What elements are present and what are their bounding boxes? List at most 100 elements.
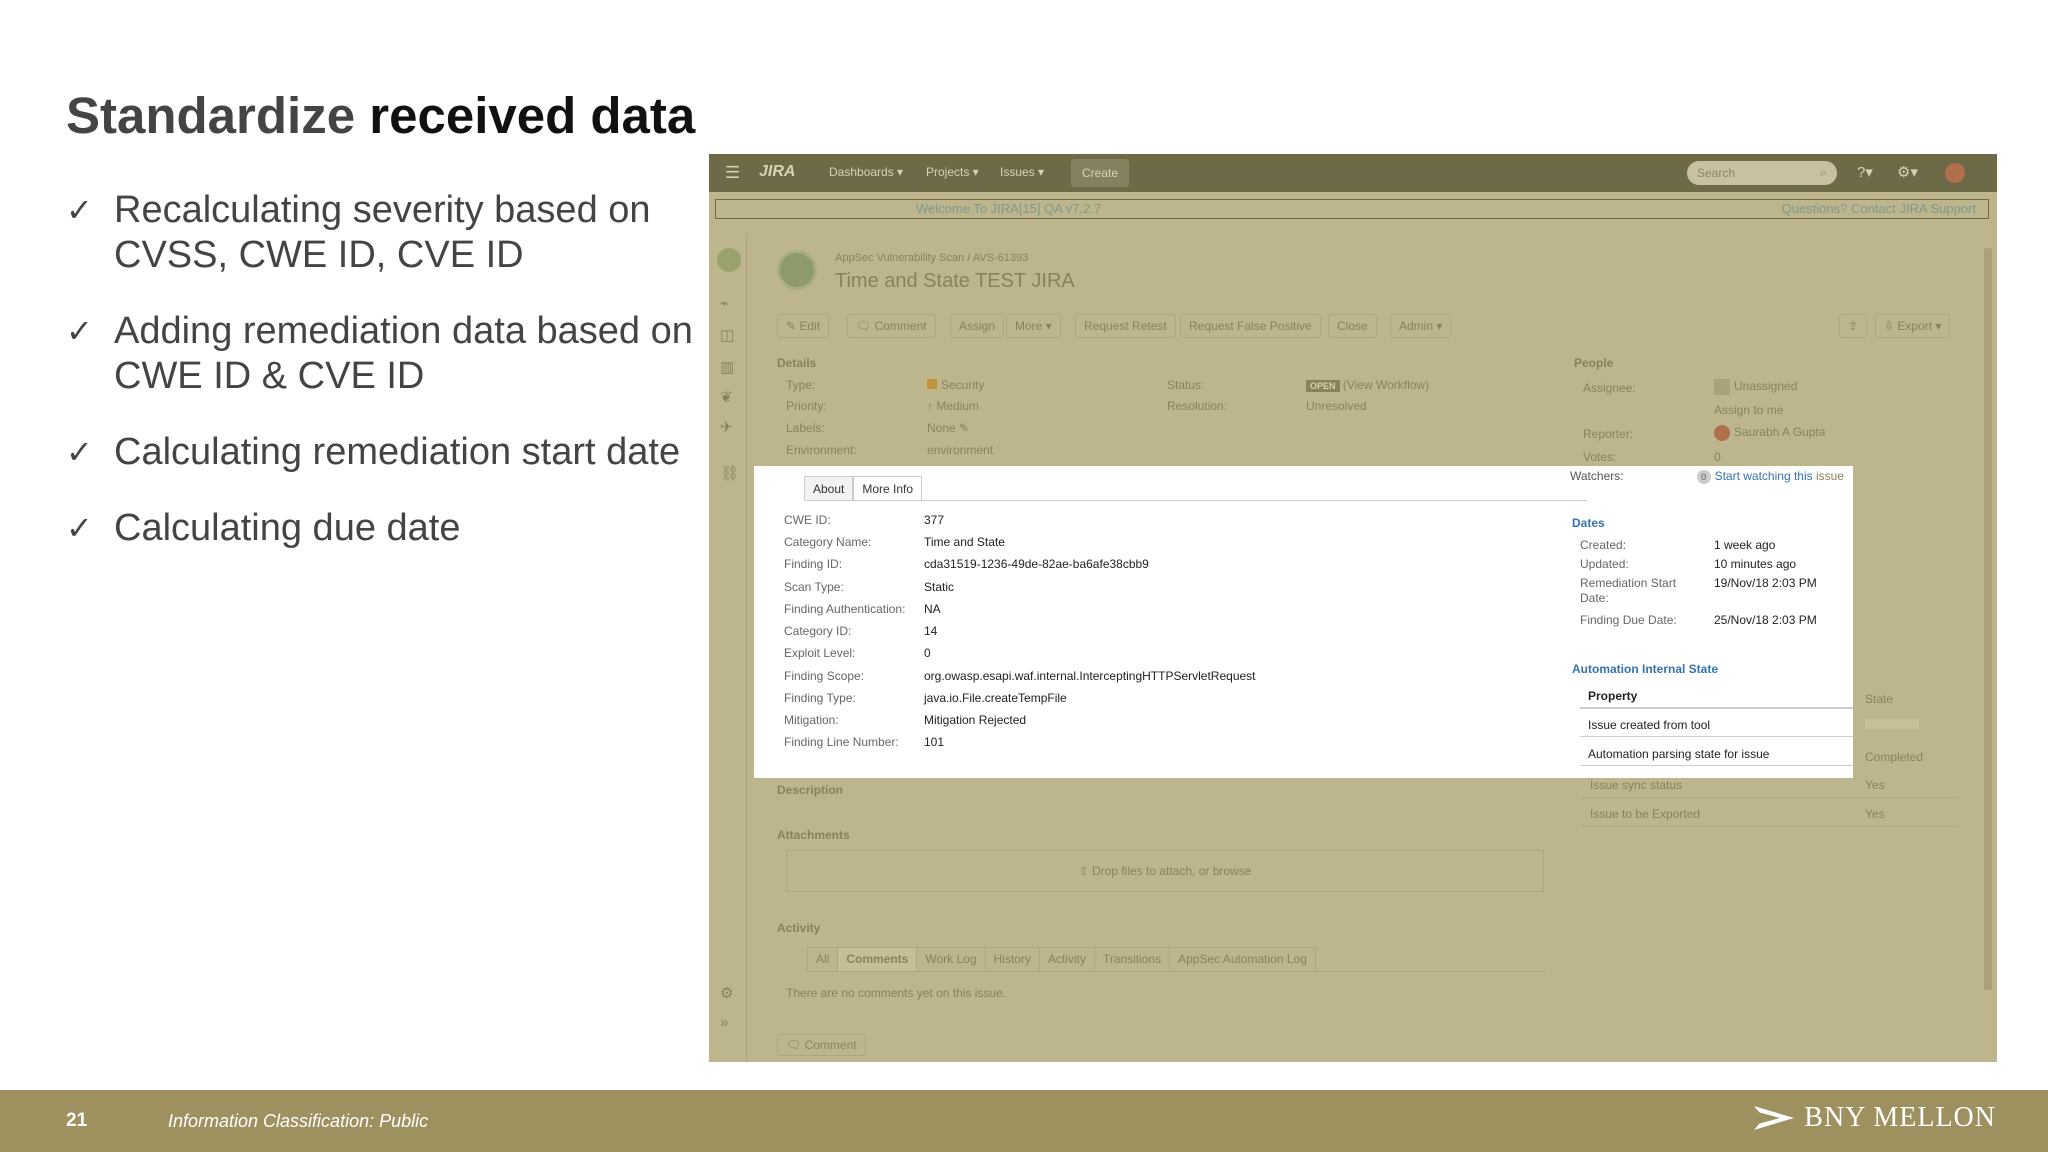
due-date-label: Finding Due Date: — [1580, 613, 1677, 627]
expand-icon[interactable]: » — [720, 1014, 728, 1031]
field-label: Finding Scope: — [784, 669, 865, 683]
release-icon[interactable]: ✈ — [720, 418, 733, 436]
created-value: 1 week ago — [1714, 538, 1776, 552]
request-retest-button[interactable]: Request Retest — [1075, 314, 1176, 338]
components-icon[interactable]: ❦ — [720, 388, 733, 406]
assign-to-me-link[interactable]: Assign to me — [1714, 403, 1783, 417]
tab-activity[interactable]: Activity — [1038, 947, 1095, 971]
create-button[interactable]: Create — [1071, 159, 1129, 187]
updated-label: Updated: — [1580, 557, 1629, 571]
title-part-1: Standardize — [66, 87, 356, 144]
field-label: CWE ID: — [784, 513, 831, 527]
tab-work-log[interactable]: Work Log — [916, 947, 986, 971]
status-label: Status: — [1167, 378, 1205, 392]
no-comments-text: There are no comments yet on this issue. — [786, 986, 1007, 1000]
field-value: cda31519-1236-49de-82ae-ba6afe38cbb9 — [924, 557, 1149, 571]
state-placeholder — [1865, 719, 1919, 729]
highlight-panel: Watchers: 0 Start watching this issue Abou… — [754, 466, 1853, 778]
avatar[interactable] — [1945, 163, 1965, 183]
tab-comments[interactable]: Comments — [837, 947, 918, 971]
project-avatar[interactable] — [717, 248, 741, 272]
state-value: Completed — [1865, 750, 1924, 764]
add-comment-button[interactable]: 🗨 Comment — [777, 1034, 866, 1056]
reporter-avatar — [1714, 425, 1730, 441]
watchers-label: Watchers: — [1570, 469, 1624, 483]
nav-issues[interactable]: Issues ▾ — [1000, 165, 1044, 179]
edit-button[interactable]: ✎ Edit — [777, 314, 830, 338]
gear-icon[interactable]: ⚙▾ — [1897, 163, 1918, 181]
field-value: Static — [924, 580, 955, 594]
footer-bar: 21 Information Classification: Public BN… — [0, 1090, 2048, 1152]
share-button[interactable]: ⇪ — [1839, 314, 1868, 338]
activity-icon[interactable]: ⌁ — [720, 294, 729, 312]
bullet-text: Calculating remediation start date — [114, 431, 681, 473]
nav-dashboards[interactable]: Dashboards ▾ — [829, 165, 903, 179]
remediation-start-label: Remediation Start Date: — [1580, 576, 1677, 605]
field-label: Finding ID: — [784, 557, 843, 571]
automation-row: Issue sync status Yes — [1582, 773, 1958, 798]
project-icon — [777, 250, 817, 290]
security-icon — [927, 379, 937, 389]
tab-more-info[interactable]: More Info — [853, 476, 923, 500]
state-column-header: State — [1865, 692, 1894, 706]
labels-value[interactable]: None ✎ — [927, 421, 969, 435]
jira-logo[interactable]: JIRA — [759, 163, 795, 181]
comment-button[interactable]: 🗨 Comment — [847, 314, 936, 338]
priority-label: Priority: — [786, 399, 827, 413]
check-icon: ✓ — [66, 312, 93, 350]
labels-value-text: None — [927, 421, 956, 435]
more-button[interactable]: More ▾ — [1006, 314, 1061, 338]
row-property: Issue sync status — [1590, 778, 1683, 792]
assign-button[interactable]: Assign — [950, 314, 1005, 338]
scrollbar-thumb[interactable] — [1984, 248, 1992, 990]
bullet-item: ✓ Recalculating severity based on CVSS, C… — [66, 188, 716, 278]
welcome-banner: Welcome To JIRA[15] QA v7.2.7 Questions?… — [715, 199, 1989, 219]
breadcrumb[interactable]: AppSec Vulnerability Scan / AVS-61393 — [835, 252, 1028, 264]
tab-appsec-automation-log[interactable]: AppSec Automation Log — [1169, 947, 1316, 971]
votes-value[interactable]: 0 — [1714, 450, 1721, 464]
scrollbar[interactable] — [1982, 234, 1994, 1054]
tab-about[interactable]: About — [804, 476, 854, 500]
updated-value: 10 minutes ago — [1714, 557, 1797, 571]
view-workflow-link[interactable]: (View Workflow) — [1343, 378, 1429, 392]
created-label: Created: — [1580, 538, 1627, 552]
field-value: 14 — [924, 624, 938, 638]
search-input[interactable]: Search ⌕ — [1687, 161, 1837, 185]
bullet-item: ✓ Calculating remediation start date — [66, 430, 716, 475]
request-false-positive-button[interactable]: Request False Positive — [1180, 314, 1321, 338]
field-value: 377 — [924, 513, 945, 527]
field-label: Category Name: — [784, 535, 872, 549]
close-button[interactable]: Close — [1328, 314, 1377, 338]
settings-icon[interactable]: ⚙ — [720, 984, 733, 1002]
jira-screenshot: ☰ JIRA Dashboards ▾ Projects ▾ Issues ▾ … — [709, 154, 1997, 1062]
bullet-text: Recalculating severity based on CVSS, CW… — [114, 189, 651, 276]
support-link[interactable]: Questions? Contact JIRA Support — [1782, 201, 1976, 216]
assignee-text: Unassigned — [1734, 379, 1798, 394]
help-icon[interactable]: ?▾ — [1857, 163, 1873, 181]
menu-icon[interactable]: ☰ — [725, 163, 740, 183]
tab-transitions[interactable]: Transitions — [1093, 947, 1171, 971]
link-icon[interactable]: ⛓ — [720, 464, 739, 482]
tab-all[interactable]: All — [807, 947, 839, 971]
tab-history[interactable]: History — [984, 947, 1040, 971]
reporter-value: Saurabh A Gupta — [1714, 425, 1825, 441]
environment-label: Environment: — [786, 443, 857, 457]
search-placeholder: Search — [1697, 166, 1736, 180]
reports-icon[interactable]: ▥ — [720, 358, 734, 376]
announce-icon[interactable]: ◫ — [720, 326, 734, 344]
bullet-item: ✓ Calculating due date — [66, 506, 716, 551]
field-label: Finding Line Number: — [784, 735, 899, 749]
attachment-dropzone[interactable]: ⇧ Drop files to attach, or browse — [786, 850, 1544, 892]
field-value: java.io.File.createTempFile — [924, 691, 1067, 705]
nav-projects[interactable]: Projects ▾ — [926, 165, 979, 179]
details-header: Details — [777, 356, 817, 370]
admin-button[interactable]: Admin ▾ — [1390, 314, 1452, 338]
jira-topbar: ☰ JIRA Dashboards ▾ Projects ▾ Issues ▾ … — [709, 154, 1997, 192]
export-button[interactable]: ⇩ Export ▾ — [1875, 314, 1951, 338]
watchers-count: 0 — [1696, 470, 1711, 484]
pencil-icon[interactable]: ✎ — [959, 421, 969, 435]
labels-label: Labels: — [786, 421, 825, 435]
upload-icon: ⇧ — [1078, 864, 1092, 878]
start-watching-link[interactable]: Start watching this — [1715, 469, 1813, 483]
brand-name: BNY MELLON — [1804, 1102, 1996, 1133]
